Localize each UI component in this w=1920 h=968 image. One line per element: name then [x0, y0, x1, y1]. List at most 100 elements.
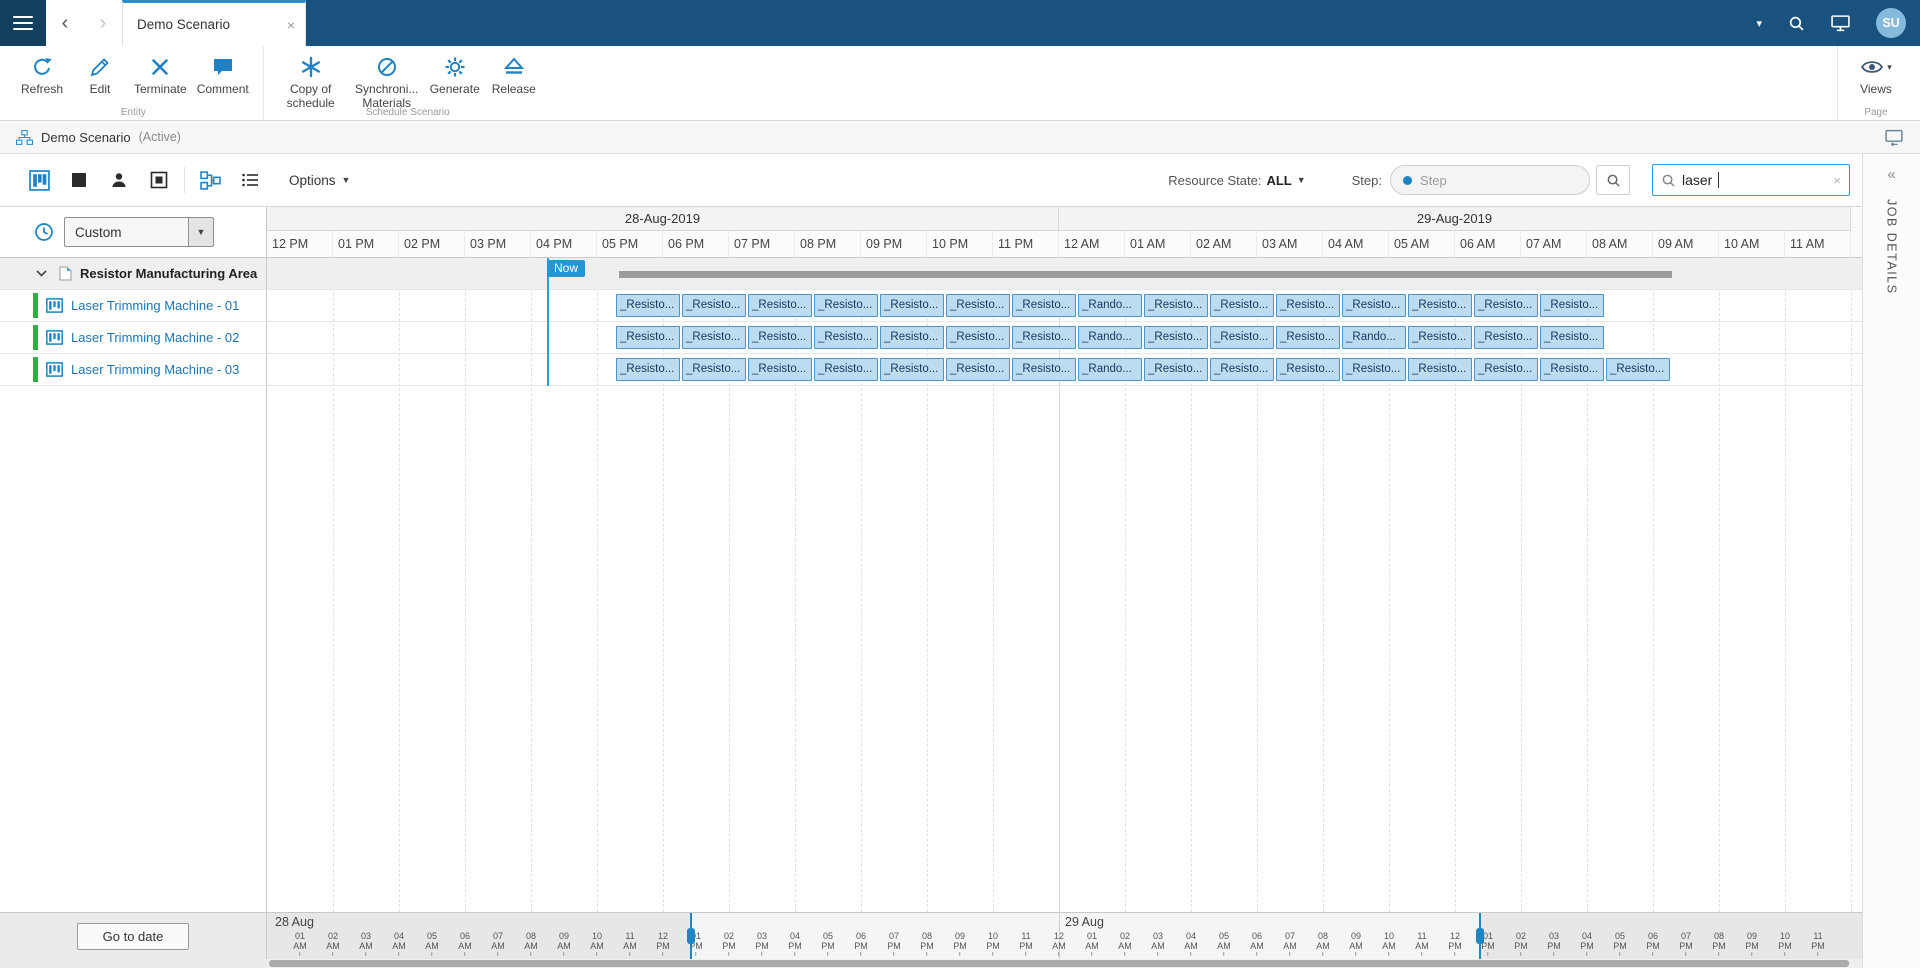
- release-button[interactable]: Release: [486, 52, 542, 113]
- task-bar[interactable]: _Resisto...: [1012, 326, 1076, 349]
- resource-icon: [46, 362, 63, 377]
- task-bar[interactable]: _Resisto...: [682, 326, 746, 349]
- task-bar[interactable]: _Resisto...: [748, 326, 812, 349]
- task-bar[interactable]: _Resisto...: [1408, 358, 1472, 381]
- comment-button[interactable]: Comment: [193, 52, 253, 99]
- generate-button[interactable]: Generate: [426, 52, 484, 113]
- synchroni-materials-button[interactable]: Synchroni... Materials: [350, 52, 424, 113]
- menu-button[interactable]: [0, 0, 46, 46]
- task-bar[interactable]: _Resisto...: [1606, 358, 1670, 381]
- task-bar[interactable]: _Resisto...: [682, 358, 746, 381]
- collapse-panel-icon[interactable]: «: [1887, 166, 1895, 183]
- resource-label-cell[interactable]: Laser Trimming Machine - 02: [0, 322, 267, 353]
- task-bar[interactable]: _Resisto...: [1408, 326, 1472, 349]
- task-bar[interactable]: _Resisto...: [1210, 358, 1274, 381]
- task-bar[interactable]: _Resisto...: [1144, 294, 1208, 317]
- operator-view-icon[interactable]: [106, 167, 132, 193]
- task-bar[interactable]: _Resisto...: [1144, 326, 1208, 349]
- nav-forward-button[interactable]: ›: [84, 0, 122, 46]
- clear-search-icon[interactable]: ×: [1833, 173, 1841, 188]
- task-bar[interactable]: _Resisto...: [616, 358, 680, 381]
- chevron-down-icon[interactable]: ▾: [1756, 17, 1762, 30]
- task-bar[interactable]: _Resisto...: [1276, 358, 1340, 381]
- search-icon[interactable]: [1788, 15, 1805, 32]
- task-bar[interactable]: _Resisto...: [880, 326, 944, 349]
- task-bar[interactable]: _Resisto...: [1540, 358, 1604, 381]
- task-bar[interactable]: _Resisto...: [1012, 294, 1076, 317]
- task-bar[interactable]: _Resisto...: [748, 294, 812, 317]
- task-bar[interactable]: _Resisto...: [946, 294, 1010, 317]
- task-bar[interactable]: _Resisto...: [616, 326, 680, 349]
- task-bar[interactable]: _Resisto...: [880, 294, 944, 317]
- terminate-button[interactable]: Terminate: [130, 52, 191, 99]
- search-input[interactable]: laser ×: [1652, 164, 1850, 196]
- overview-tick-label: 05AM: [425, 931, 439, 956]
- overview-tick-label: 09PM: [1745, 931, 1759, 956]
- material-view-icon[interactable]: [146, 167, 172, 193]
- task-bar[interactable]: _Resisto...: [682, 294, 746, 317]
- group-label-cell[interactable]: Resistor Manufacturing Area: [0, 258, 267, 289]
- resource-gantt-view-icon[interactable]: [26, 167, 52, 193]
- task-bar[interactable]: _Resisto...: [814, 326, 878, 349]
- task-bar[interactable]: _Resisto...: [1342, 294, 1406, 317]
- refresh-button[interactable]: Refresh: [14, 52, 70, 99]
- task-bar[interactable]: _Resisto...: [1540, 294, 1604, 317]
- scrollbar-thumb[interactable]: [269, 960, 1849, 967]
- overview-timeline[interactable]: 28 Aug 29 Aug 01AM02AM03AM04AM05AM06AM07…: [267, 913, 1851, 959]
- overview-handle-left-knob[interactable]: [687, 928, 695, 944]
- task-bar[interactable]: _Resisto...: [814, 294, 878, 317]
- hour-header: 08 AM: [1587, 231, 1653, 258]
- task-bar[interactable]: _Resisto...: [748, 358, 812, 381]
- resource-state-dropdown[interactable]: Resource State: ALL ▼: [1168, 173, 1305, 188]
- task-bar[interactable]: _Resisto...: [1210, 294, 1274, 317]
- task-bar[interactable]: _Rando...: [1078, 326, 1142, 349]
- list-view-icon[interactable]: [237, 167, 263, 193]
- resource-label-cell[interactable]: Laser Trimming Machine - 01: [0, 290, 267, 321]
- resource-status-bar: [33, 357, 38, 382]
- options-dropdown[interactable]: Options ▼: [289, 173, 350, 188]
- task-bar[interactable]: _Resisto...: [616, 294, 680, 317]
- plan-view-icon[interactable]: [66, 167, 92, 193]
- task-bar[interactable]: _Resisto...: [1276, 326, 1340, 349]
- task-bar[interactable]: _Rando...: [1078, 294, 1142, 317]
- nav-back-button[interactable]: ‹: [46, 0, 84, 46]
- task-bar[interactable]: _Resisto...: [1342, 358, 1406, 381]
- task-bar[interactable]: _Resisto...: [946, 326, 1010, 349]
- time-preset-dropdown[interactable]: Custom ▼: [64, 217, 214, 247]
- task-bar[interactable]: _Resisto...: [1474, 358, 1538, 381]
- task-bar[interactable]: _Resisto...: [946, 358, 1010, 381]
- task-bar[interactable]: _Rando...: [1342, 326, 1406, 349]
- hour-header: 07 PM: [729, 231, 795, 258]
- resource-label-cell[interactable]: Laser Trimming Machine - 03: [0, 354, 267, 385]
- collapse-chevron-icon[interactable]: [36, 270, 47, 277]
- task-bar[interactable]: _Resisto...: [1210, 326, 1274, 349]
- task-bar[interactable]: _Resisto...: [814, 358, 878, 381]
- button-label: Refresh: [21, 83, 63, 97]
- task-bar[interactable]: _Resisto...: [1408, 294, 1472, 317]
- scrollbar-track[interactable]: [267, 959, 1851, 968]
- monitor-icon[interactable]: [1831, 15, 1850, 32]
- task-bar[interactable]: _Rando...: [1078, 358, 1142, 381]
- avatar[interactable]: SU: [1876, 8, 1906, 38]
- date-header: 29-Aug-2019: [1059, 207, 1851, 231]
- task-bar[interactable]: _Resisto...: [880, 358, 944, 381]
- tab-close-icon[interactable]: ×: [287, 17, 295, 33]
- copy-of-schedule-button[interactable]: Copy of schedule: [274, 52, 348, 113]
- task-bar[interactable]: _Resisto...: [1474, 326, 1538, 349]
- step-search-button[interactable]: [1596, 165, 1630, 195]
- tab-demo-scenario[interactable]: Demo Scenario ×: [122, 0, 306, 46]
- step-input[interactable]: Step: [1390, 165, 1590, 195]
- task-bar[interactable]: _Resisto...: [1276, 294, 1340, 317]
- task-bar[interactable]: _Resisto...: [1540, 326, 1604, 349]
- flow-view-icon[interactable]: [197, 167, 223, 193]
- views-button[interactable]: ▾Views: [1848, 52, 1904, 99]
- task-bar[interactable]: _Resisto...: [1474, 294, 1538, 317]
- edit-button[interactable]: Edit: [72, 52, 128, 99]
- present-screen-icon[interactable]: [1885, 129, 1904, 146]
- chevron-down-icon[interactable]: ▼: [188, 217, 214, 247]
- overview-tick-label: 04AM: [392, 931, 406, 956]
- task-bar[interactable]: _Resisto...: [1012, 358, 1076, 381]
- overview-handle-right-knob[interactable]: [1476, 928, 1484, 944]
- task-bar[interactable]: _Resisto...: [1144, 358, 1208, 381]
- go-to-date-button[interactable]: Go to date: [77, 923, 189, 950]
